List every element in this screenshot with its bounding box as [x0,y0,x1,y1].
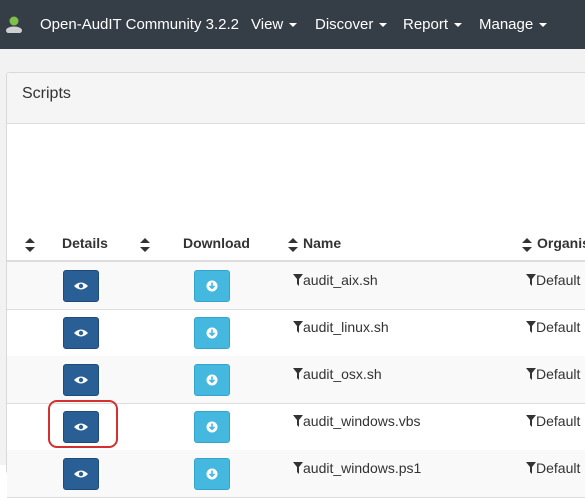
script-name-cell[interactable]: audit_linux.sh [293,319,389,335]
details-button[interactable] [63,364,99,396]
filter-icon[interactable] [526,368,536,380]
download-button[interactable] [194,270,230,302]
nav-manage-label: Manage [479,16,534,33]
top-navbar: Open-AudIT Community 3.2.2 View Discover… [0,0,585,49]
download-icon [206,468,218,480]
organisation-cell[interactable]: Default [526,460,580,476]
script-name-cell[interactable]: audit_osx.sh [293,366,382,382]
nav-report-label: Report [403,16,449,33]
nav-view-label: View [251,16,284,33]
organisation-name: Default [536,460,581,476]
nav-discover-label: Discover [315,16,374,33]
organisation-cell[interactable]: Default [526,413,580,429]
organisation-cell[interactable]: Default [526,366,580,382]
download-button[interactable] [194,364,230,396]
download-icon [206,421,218,433]
nav-view[interactable]: View [251,0,298,49]
table-row: audit_aix.sh Default [7,262,585,310]
download-button[interactable] [194,411,230,443]
chevron-down-icon [379,23,388,28]
details-button[interactable] [63,458,99,490]
filter-icon[interactable] [293,321,303,333]
script-name-cell[interactable]: audit_windows.vbs [293,413,421,429]
chevron-down-icon [454,23,463,28]
table-row: audit_linux.sh Default [7,309,585,357]
filter-icon[interactable] [526,274,536,286]
eye-icon [74,376,88,384]
column-header-details: Details [62,235,108,251]
filter-icon[interactable] [293,368,303,380]
chevron-down-icon [289,23,298,28]
organisation-name: Default [536,272,581,288]
script-name: audit_aix.sh [303,272,378,288]
sort-icon[interactable] [25,238,35,252]
sort-icon[interactable] [522,238,532,252]
column-header-name[interactable]: Name [303,228,341,258]
nav-discover[interactable]: Discover [315,0,388,49]
script-name: audit_osx.sh [303,366,382,382]
organisation-name: Default [536,366,581,382]
filter-icon[interactable] [526,415,536,427]
download-icon [206,280,218,292]
sort-icon[interactable] [288,238,298,252]
column-header-organisation[interactable]: Organis [537,228,585,258]
page-title: Scripts [22,85,71,102]
table-row: audit_windows.ps1 Default [7,450,585,498]
script-name-cell[interactable]: audit_aix.sh [293,272,378,288]
script-name: audit_windows.vbs [303,413,421,429]
download-button[interactable] [194,458,230,490]
sort-icon[interactable] [140,238,150,252]
script-name: audit_windows.ps1 [303,460,422,476]
filter-icon[interactable] [526,462,536,474]
table-row: audit_osx.sh Default [7,356,585,404]
eye-icon [74,282,88,290]
column-header-download: Download [183,235,250,251]
nav-report[interactable]: Report [403,0,463,49]
organisation-cell[interactable]: Default [526,272,580,288]
filter-icon[interactable] [526,321,536,333]
person-icon [6,16,22,33]
chevron-down-icon [539,23,548,28]
panel-heading: Scripts [7,73,585,124]
organisation-name: Default [536,413,581,429]
download-icon [206,327,218,339]
download-button[interactable] [194,317,230,349]
eye-icon [74,470,88,478]
organisation-cell[interactable]: Default [526,319,580,335]
script-name: audit_linux.sh [303,319,389,335]
highlight-annotation [48,400,118,448]
download-icon [206,374,218,386]
filter-icon[interactable] [293,274,303,286]
organisation-name: Default [536,319,581,335]
nav-manage[interactable]: Manage [479,0,548,49]
filter-icon[interactable] [293,462,303,474]
eye-icon [74,329,88,337]
details-button[interactable] [63,317,99,349]
details-button[interactable] [63,270,99,302]
script-name-cell[interactable]: audit_windows.ps1 [293,460,421,476]
filter-icon[interactable] [293,415,303,427]
app-title[interactable]: Open-AudIT Community 3.2.2 [40,0,239,49]
